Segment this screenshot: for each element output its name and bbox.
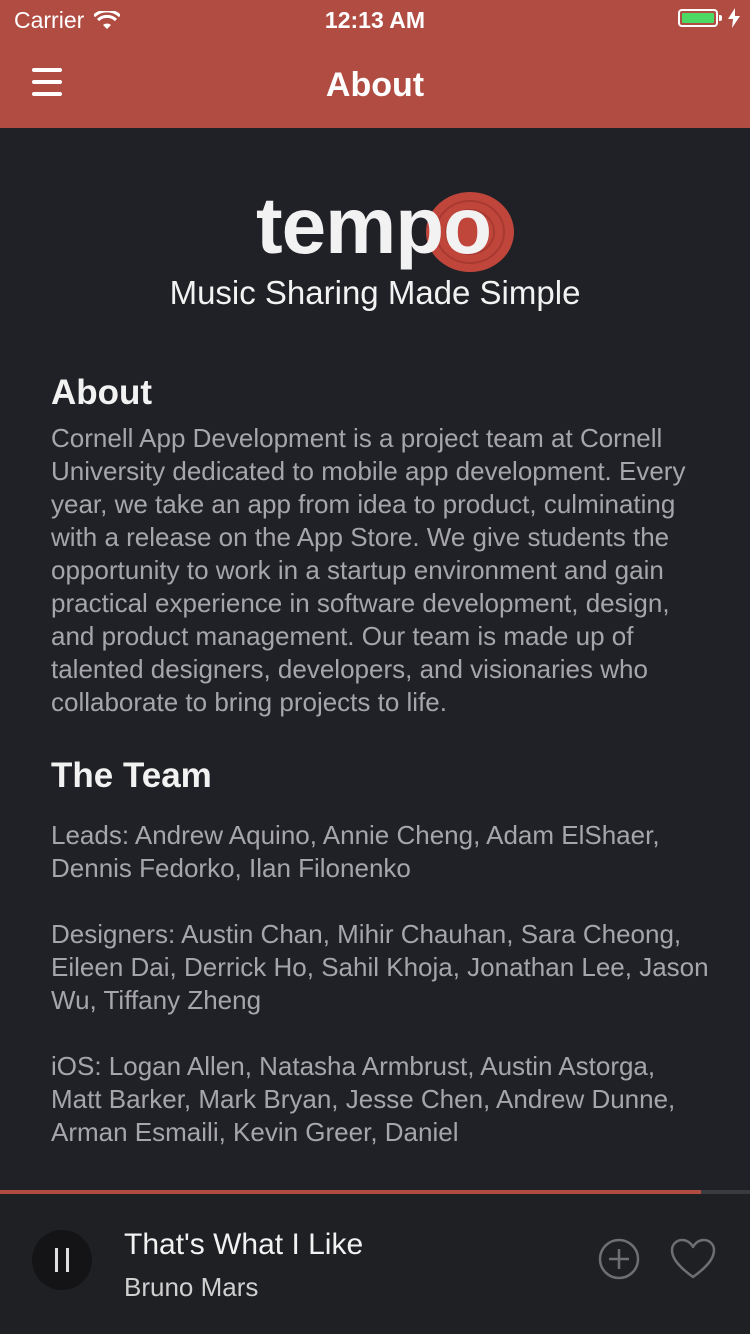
team-heading: The Team — [51, 756, 212, 795]
status-time: 12:13 AM — [324, 7, 426, 33]
status-bar: Carrier 12:13 AM — [0, 0, 750, 40]
now-playing-bar[interactable]: That's What I Like Bruno Mars — [0, 1190, 750, 1334]
about-heading: About — [51, 373, 153, 412]
progress-fill — [0, 1190, 702, 1194]
pause-icon[interactable] — [32, 1230, 92, 1290]
battery-group — [678, 8, 740, 28]
about-content: About Cornell App Development is a proje… — [51, 372, 711, 1182]
progress-track[interactable] — [0, 1190, 750, 1194]
artist-name: Bruno Mars — [124, 1272, 259, 1302]
heart-icon[interactable] — [670, 1238, 716, 1280]
top-bar: Carrier 12:13 AM About — [0, 0, 750, 128]
team-designers: Designers: Austin Chan, Mihir Chauhan, S… — [51, 919, 709, 1015]
song-title: That's What I Like — [124, 1228, 364, 1261]
battery-icon — [678, 9, 722, 27]
tempo-logo: tempo — [0, 181, 750, 280]
logo-wordmark: tempo — [256, 181, 492, 270]
tagline: Music Sharing Made Simple — [169, 274, 581, 311]
team-ios: iOS: Logan Allen, Natasha Armbrust, Aust… — [51, 1051, 676, 1147]
charging-icon — [728, 8, 740, 28]
add-icon[interactable] — [598, 1238, 640, 1280]
about-body: Cornell App Development is a project tea… — [51, 423, 686, 717]
team-leads: Leads: Andrew Aquino, Annie Cheng, Adam … — [51, 820, 660, 883]
page-title: About — [325, 66, 425, 104]
